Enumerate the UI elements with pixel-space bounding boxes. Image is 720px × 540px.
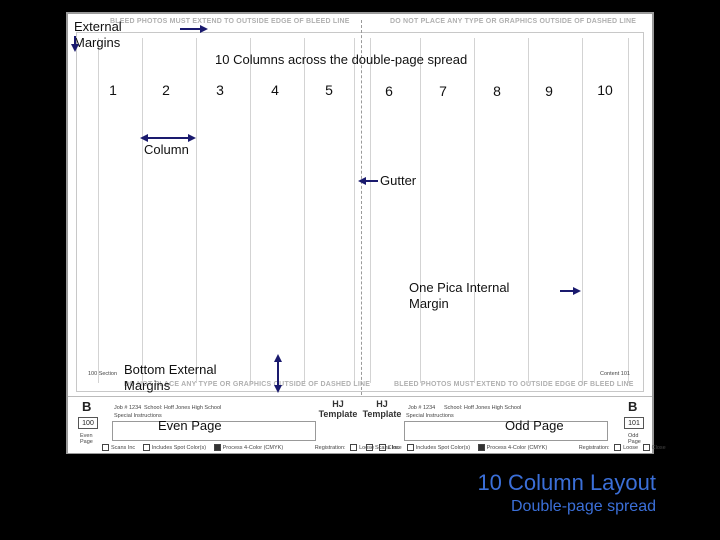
arrow-down-icon <box>274 385 282 393</box>
column-guide <box>474 38 475 383</box>
checkbox-label: Process 4-Color (CMYK) <box>222 444 284 451</box>
checkbox-label: Scans Inc <box>375 444 400 451</box>
hj-template-right: HJ Template <box>362 399 402 419</box>
checkbox-label: Loose <box>623 444 639 451</box>
columns-title-label: 10 Columns across the double-page spread <box>215 52 468 67</box>
even-page-number: 100 <box>78 417 98 429</box>
checkbox-spot-right[interactable] <box>406 444 414 451</box>
hj-template-text: Template <box>362 409 402 419</box>
column-number-5: 5 <box>325 82 333 98</box>
arrow-up-icon <box>274 354 282 362</box>
job-number-left: Job # 1234 <box>114 405 142 411</box>
school-right: School: Hoff Jones High School <box>444 405 522 411</box>
hj-template-text: Template <box>318 409 358 419</box>
spine-line <box>361 20 362 400</box>
arrow-left-icon <box>358 177 366 185</box>
arrow-right-icon <box>573 287 581 295</box>
color-options-right: Scans Inc Includes Spot Color(s) Process… <box>366 444 666 451</box>
column-number-8: 8 <box>493 83 501 99</box>
checkbox-process-right[interactable] <box>477 444 485 451</box>
bottom-margins-label: Bottom External Margins <box>124 362 217 393</box>
gutter-arrow-shaft <box>364 180 378 182</box>
hj-logo-text: HJ <box>332 399 344 409</box>
checkbox-loose-left[interactable] <box>350 444 358 451</box>
odd-page-number: 101 <box>624 417 644 429</box>
color-options-left: Scans Inc Includes Spot Color(s) Process… <box>102 444 402 451</box>
column-width-arrow <box>146 137 188 139</box>
checkbox-loose-right[interactable] <box>614 444 622 451</box>
content-label: Content 101 <box>600 371 630 377</box>
arrow-right-icon <box>200 25 208 33</box>
hj-logo-text: HJ <box>376 399 388 409</box>
job-ticket-footer: B B 100 101 Even Page Odd Page Job # 123… <box>68 396 666 453</box>
column-number-1: 1 <box>109 82 117 98</box>
registration-label: Registration: <box>578 444 610 451</box>
column-guide <box>304 38 305 383</box>
external-margins-label: External Margins <box>74 19 122 50</box>
column-label: Column <box>144 142 189 157</box>
even-page-tag: Even Page <box>80 433 93 445</box>
column-number-4: 4 <box>271 82 279 98</box>
external-margin-arrow-shaft <box>180 28 202 30</box>
column-number-6: 6 <box>385 83 393 99</box>
column-guide <box>98 38 99 383</box>
special-instructions-right: Special Instructions <box>406 413 454 419</box>
slide-subtitle: Double-page spread <box>511 498 656 515</box>
column-guide <box>420 38 421 383</box>
hj-template-left: HJ Template <box>318 399 358 419</box>
section-label: 100 Section <box>88 371 118 377</box>
column-guide <box>528 38 529 383</box>
job-number-right: Job # 1234 <box>408 405 436 411</box>
bottom-margin-arrow <box>277 361 279 385</box>
school-left: School: Hoff Jones High School <box>144 405 222 411</box>
registration-label: Registration: <box>314 444 346 451</box>
checkbox-label: Includes Spot Color(s) <box>151 444 207 451</box>
arrow-down-icon <box>71 44 79 52</box>
footer-letter-left: B <box>82 399 92 414</box>
column-number-2: 2 <box>162 82 170 98</box>
checkbox-label: Close <box>651 444 666 451</box>
checkbox-spot-left[interactable] <box>142 444 150 451</box>
odd-page-label: Odd Page <box>505 418 564 433</box>
checkbox-process-left[interactable] <box>213 444 221 451</box>
column-guide <box>250 38 251 383</box>
checkbox-scans-left[interactable] <box>102 444 109 451</box>
internal-margin-arrow-shaft <box>560 290 574 292</box>
checkbox-label: Scans Inc <box>111 444 136 451</box>
checkbox-label: Includes Spot Color(s) <box>415 444 471 451</box>
arrow-left-icon <box>140 134 148 142</box>
column-guide <box>370 38 371 383</box>
column-guide <box>142 38 143 383</box>
slide-title: 10 Column Layout <box>477 470 656 495</box>
special-instructions-left: Special Instructions <box>114 413 162 419</box>
footer-letter-right: B <box>628 399 638 414</box>
bleed-note-top-right: DO NOT PLACE ANY TYPE OR GRAPHICS OUTSID… <box>390 18 637 25</box>
arrow-right-icon <box>188 134 196 142</box>
column-guide <box>354 38 355 383</box>
checkbox-label: Process 4-Color (CMYK) <box>486 444 548 451</box>
internal-margin-label: One Pica Internal Margin <box>409 280 510 311</box>
checkbox-close-right[interactable] <box>642 444 650 451</box>
bleed-note-top-left: BLEED PHOTOS MUST EXTEND TO OUTSIDE EDGE… <box>110 18 350 25</box>
column-number-3: 3 <box>216 82 224 98</box>
checkbox-scans-right[interactable] <box>366 444 373 451</box>
column-guide <box>196 38 197 383</box>
bleed-note-bottom-right: BLEED PHOTOS MUST EXTEND TO OUTSIDE EDGE… <box>394 381 634 388</box>
column-number-10: 10 <box>597 82 613 98</box>
column-number-9: 9 <box>545 83 553 99</box>
column-guide <box>582 38 583 383</box>
column-number-7: 7 <box>439 83 447 99</box>
column-guide <box>628 38 629 383</box>
gutter-label: Gutter <box>380 173 417 188</box>
even-page-label: Even Page <box>158 418 222 433</box>
